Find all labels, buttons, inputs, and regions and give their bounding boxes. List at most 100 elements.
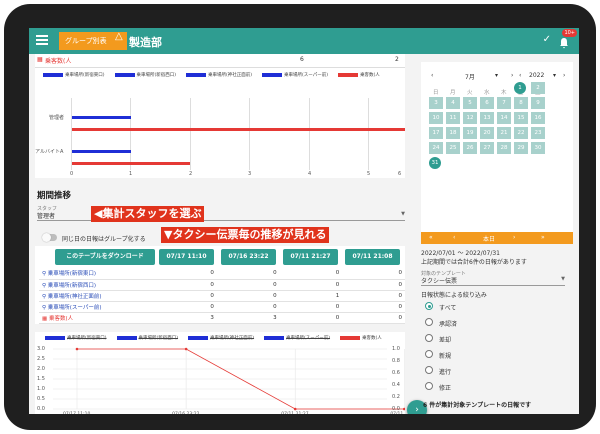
calendar-day[interactable]: 6 — [480, 97, 494, 109]
calendar-day[interactable]: 3 — [429, 97, 443, 109]
y-tick: 2.5 — [37, 356, 45, 362]
calendar-day[interactable]: 26 — [463, 142, 477, 154]
row-label: ⚲ 乗車場所(神社正面前) — [39, 290, 161, 302]
calendar-day[interactable]: 5 — [463, 97, 477, 109]
y-tick: 2.0 — [37, 366, 45, 372]
filter-radio[interactable] — [425, 334, 433, 342]
calendar-day[interactable]: 24 — [429, 142, 443, 154]
filter-radio[interactable] — [425, 318, 433, 326]
pin-icon: ⚲ — [42, 293, 47, 300]
calendar-month: 7月 — [465, 74, 475, 81]
legend-item: 乗車場所(新宿東口) — [43, 72, 105, 78]
grid-line — [249, 98, 250, 170]
filter-radio[interactable] — [425, 302, 433, 310]
calendar-day[interactable]: 9 — [531, 97, 545, 109]
legend-swatch — [186, 73, 207, 77]
calendar-day[interactable]: 19 — [463, 127, 477, 139]
filter-radio[interactable] — [425, 366, 433, 374]
data-point — [184, 347, 188, 351]
filter-radio[interactable] — [425, 350, 433, 358]
weekday-label: 火 — [467, 90, 473, 96]
calendar-day[interactable]: 8 — [514, 97, 528, 109]
table-row: ⚲ 乗車場所(神社正面前) 0 0 1 0 — [39, 290, 405, 302]
today-button[interactable]: 本日 — [483, 234, 495, 243]
filter-radio[interactable] — [425, 382, 433, 390]
calendar-day[interactable]: 12 — [463, 112, 477, 124]
calendar-day[interactable]: 11 — [446, 112, 460, 124]
column-header[interactable]: 07/16 23:22 — [221, 249, 276, 265]
calendar: ‹ 7月 ▾ › ‹ 2022 ▾ › 日月火水木金土 123456789101… — [421, 62, 573, 244]
calendar-day[interactable]: 27 — [480, 142, 494, 154]
prev-year-icon[interactable]: ‹ — [519, 72, 521, 79]
top-row-value: 2 — [395, 56, 399, 63]
data-point — [293, 407, 297, 411]
calendar-day[interactable]: 2 — [531, 82, 545, 94]
legend-item: 乗車場所(新宿西口) — [114, 72, 176, 78]
pin-icon: ⚲ — [42, 304, 47, 311]
group-table-label: グループ別表 — [65, 37, 107, 45]
section-title: 期間推移 — [37, 191, 72, 201]
column-header[interactable]: 07/11 21:27 — [283, 249, 338, 265]
first-icon[interactable]: « — [429, 234, 433, 241]
calendar-day[interactable]: 15 — [514, 112, 528, 124]
check-icon[interactable]: ✓ — [543, 34, 551, 45]
legend-swatch — [338, 73, 359, 77]
download-table-button[interactable]: このテーブルをダウンロード — [55, 249, 155, 265]
calendar-day[interactable]: 10 — [429, 112, 443, 124]
calendar-day[interactable]: 30 — [531, 142, 545, 154]
legend-label: 乗車場所(スーパー前) — [284, 73, 329, 78]
calendar-day[interactable]: 29 — [514, 142, 528, 154]
chevron-down-icon[interactable]: ▾ — [495, 72, 498, 79]
legend-item: 乗客数(人 — [338, 72, 380, 78]
column-header[interactable]: 07/17 11:10 — [159, 249, 214, 265]
callout-trend: ▼タクシー伝票毎の推移が見れる — [161, 227, 330, 243]
group-same-day-toggle[interactable] — [42, 233, 57, 242]
trend-table: ⚲ 乗車場所(新宿東口) 0 0 0 0 ⚲ 乗車場所(新宿西口) 0 0 0 … — [39, 268, 405, 324]
cell: 0 — [342, 301, 405, 313]
weekday-label: 月 — [450, 90, 456, 96]
calendar-day[interactable]: 23 — [531, 127, 545, 139]
bar-blue — [72, 150, 131, 153]
x-tick: 1 — [129, 171, 133, 177]
calendar-day[interactable]: 14 — [497, 112, 511, 124]
calendar-day[interactable]: 1 — [514, 82, 526, 94]
next-icon[interactable]: › — [513, 234, 515, 241]
calendar-day[interactable]: 7 — [497, 97, 511, 109]
chevron-down-icon[interactable]: ▾ — [553, 72, 556, 79]
legend-label: 乗客数(人 — [360, 73, 380, 78]
calendar-day[interactable]: 16 — [531, 112, 545, 124]
prev-month-icon[interactable]: ‹ — [431, 72, 433, 79]
calendar-day[interactable]: 4 — [446, 97, 460, 109]
main-panel: ▦ 乗客数(人 6 2 乗車場所(新宿東口) 乗車場所(新宿西口) 乗車場所(神… — [35, 54, 429, 414]
column-header[interactable]: 07/11 21:08 — [345, 249, 400, 265]
row-label: ▦ 乗客数(人 — [39, 312, 161, 324]
calendar-day[interactable]: 31 — [429, 157, 441, 169]
legend-label: 乗車場所(神社正面前) — [208, 73, 253, 78]
app-header: グループ別表 △ 製造部 ✓ 10+ — [29, 28, 579, 54]
warning-icon: △ — [115, 31, 123, 42]
last-icon[interactable]: » — [541, 234, 545, 241]
bar-chart-legend: 乗車場所(新宿東口) 乗車場所(新宿西口) 乗車場所(神社正面前) 乗車場所(ス… — [43, 72, 386, 78]
calendar-day[interactable]: 22 — [514, 127, 528, 139]
calendar-day[interactable]: 17 — [429, 127, 443, 139]
row-label: ⚲ 乗車場所(新宿東口) — [39, 268, 161, 280]
calendar-day[interactable]: 28 — [497, 142, 511, 154]
weekday-label: 日 — [433, 90, 439, 96]
filter-label: 進行 — [439, 369, 452, 376]
prev-icon[interactable]: ‹ — [453, 234, 455, 241]
calendar-day[interactable]: 13 — [480, 112, 494, 124]
legend-swatch — [43, 73, 63, 77]
calendar-day[interactable]: 21 — [497, 127, 511, 139]
next-month-icon[interactable]: › — [511, 72, 513, 79]
next-year-icon[interactable]: › — [563, 72, 565, 79]
template-select[interactable]: タクシー伝票 ▼ — [421, 276, 565, 286]
calendar-day[interactable]: 18 — [446, 127, 460, 139]
trend-table-card: このテーブルをダウンロード 07/17 11:10 07/16 23:22 07… — [35, 246, 405, 324]
staff-value: 管理者 — [37, 213, 56, 220]
cell: 0 — [160, 268, 217, 280]
y-right-tick: 0.6 — [392, 370, 400, 376]
report-count: 上記期間では合計6件の日報があります — [421, 259, 527, 266]
calendar-day[interactable]: 25 — [446, 142, 460, 154]
calendar-day[interactable]: 20 — [480, 127, 494, 139]
menu-icon[interactable] — [36, 35, 48, 45]
